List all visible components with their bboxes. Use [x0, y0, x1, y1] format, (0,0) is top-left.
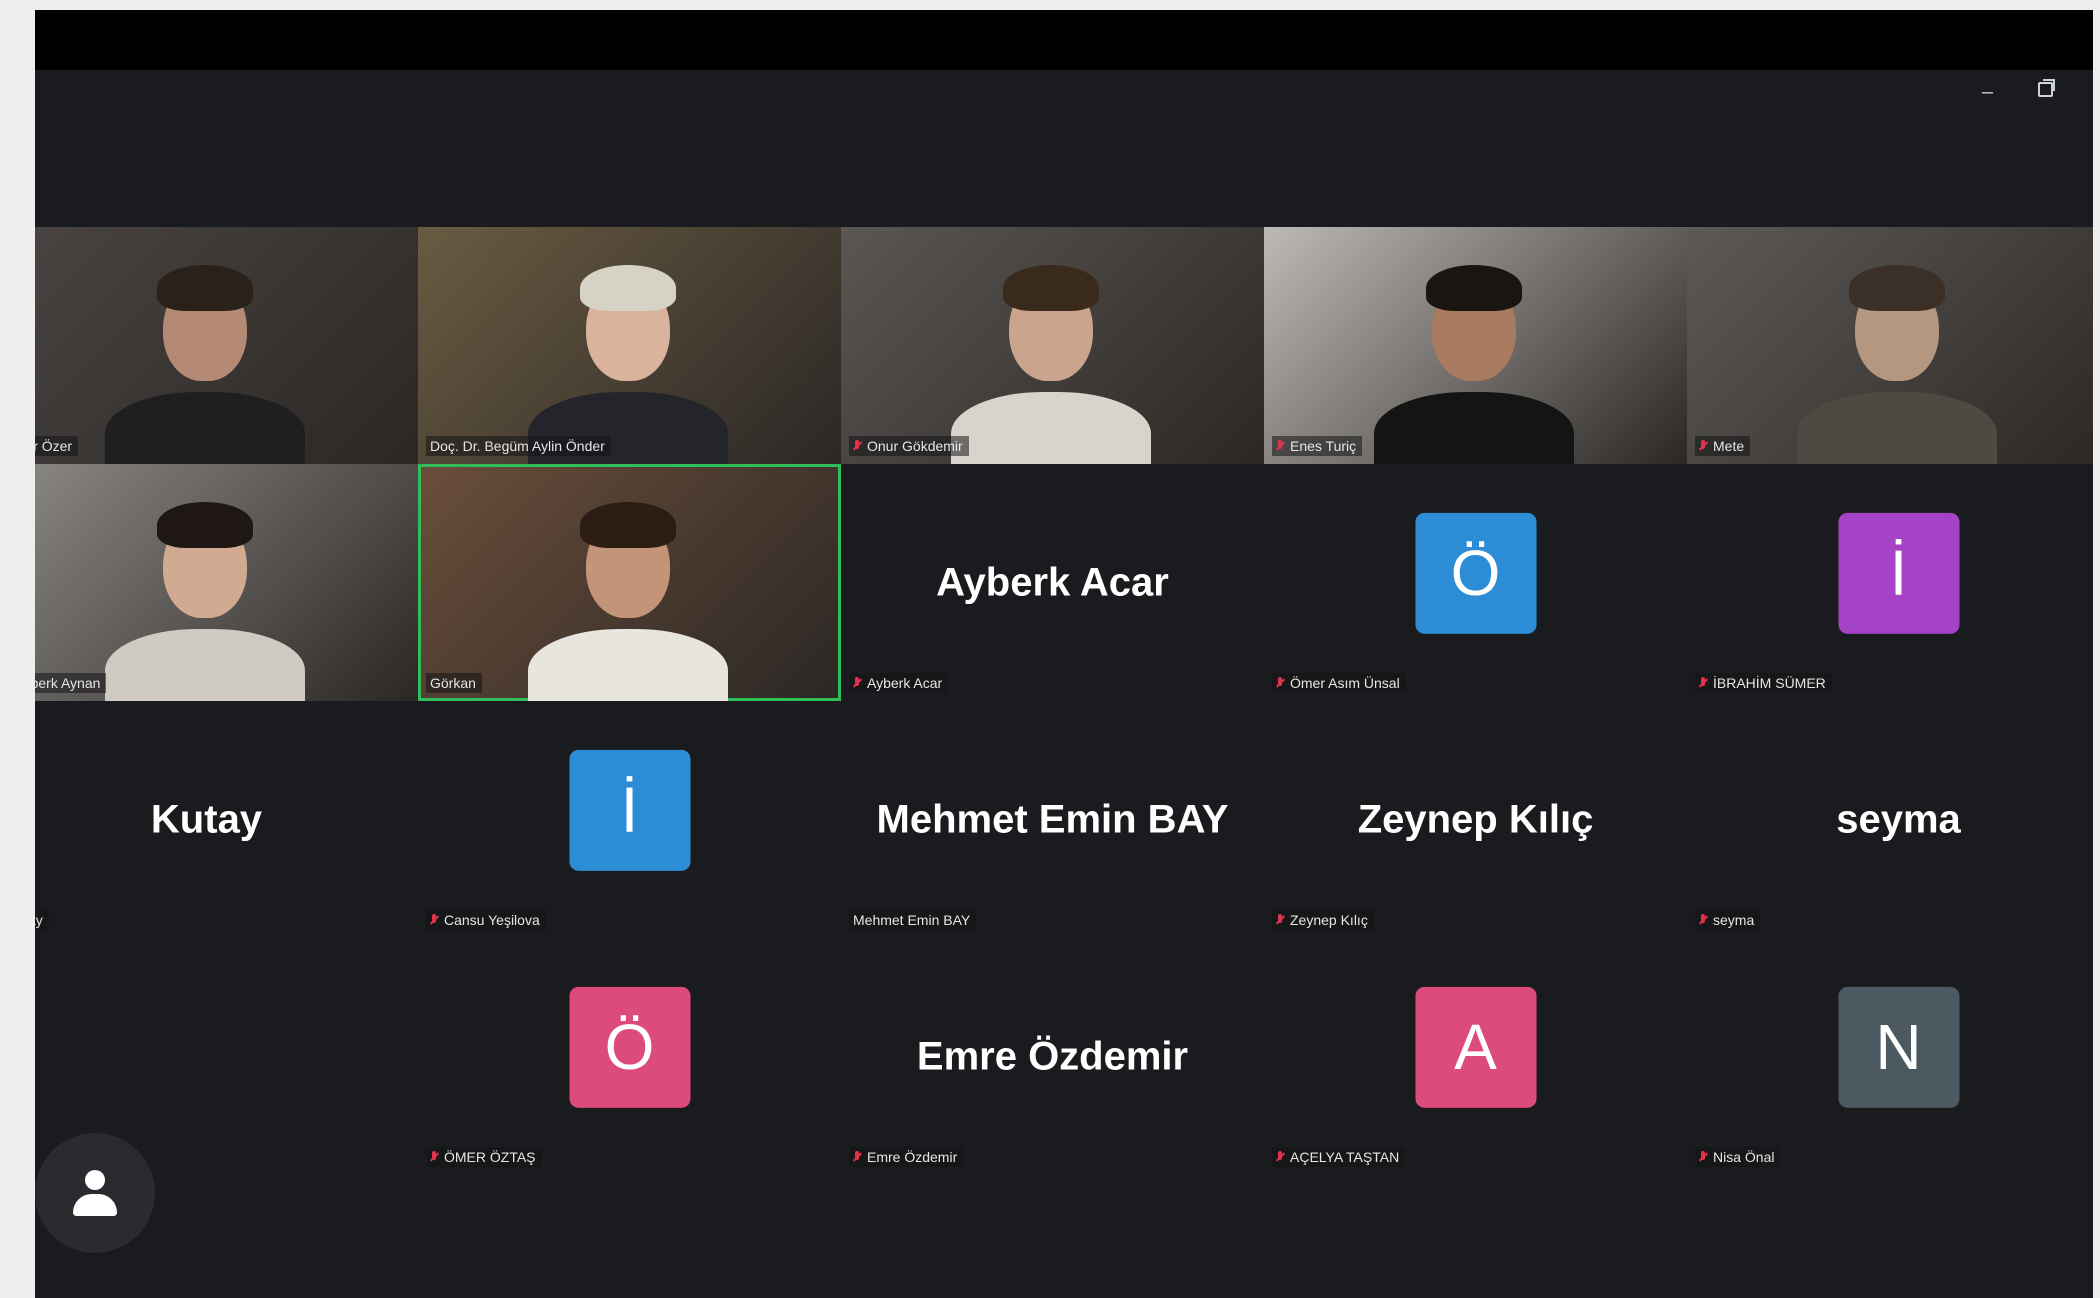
mic-off-icon [853, 676, 861, 690]
participant-tile[interactable]: İ Cansu Yeşilova [418, 701, 841, 938]
participant-tile[interactable]: Ö Ömer Asım Ünsal [1264, 464, 1687, 701]
participant-name-text: seyma [1713, 912, 1755, 928]
participant-tile[interactable]: Zeynep Kılıç Zeynep Kılıç [1264, 701, 1687, 938]
participant-tile[interactable]: A AÇELYA TAŞTAN [1264, 938, 1687, 1175]
participant-name-text: Mete [1713, 438, 1745, 454]
participant-display-name: Ayberk Acar [936, 560, 1169, 604]
participant-avatar: A [1415, 986, 1536, 1108]
minimize-icon[interactable]: – [1982, 82, 1993, 102]
participant-tile[interactable]: Ö ÖMER ÖZTAŞ [418, 938, 841, 1175]
participant-tile[interactable]: Emre Özdemir Emre Özdemir [841, 938, 1264, 1175]
participant-grid: Yasir Özer Doç. Dr. Begüm Aylin Önder Onur… [35, 227, 2093, 1175]
mic-off-icon [853, 439, 861, 453]
participant-name-label: Emre Özdemir [849, 1147, 964, 1167]
video-feed [35, 227, 418, 464]
mic-off-icon [1699, 439, 1707, 453]
participant-name-label: Yasir Özer [35, 436, 79, 456]
participant-avatar: İ [569, 749, 690, 871]
video-feed [1264, 227, 1687, 464]
title-bar [35, 10, 2093, 70]
participant-name-label: Tuğberk Aynan [35, 673, 107, 693]
video-feed [35, 464, 418, 701]
participant-name-text: Emre Özdemir [867, 1149, 958, 1165]
participant-tile[interactable]: Görkan [418, 464, 841, 701]
mic-off-icon [853, 1150, 861, 1164]
mic-off-icon [1699, 676, 1707, 690]
participant-name-text: Nisa Önal [1713, 1149, 1775, 1165]
participant-display-name: seyma [1836, 797, 1961, 841]
profile-button[interactable] [35, 1133, 155, 1253]
participant-avatar: N [1838, 986, 1959, 1108]
mic-off-icon [1276, 1150, 1284, 1164]
participant-tile[interactable]: seyma seyma [1687, 701, 2093, 938]
participant-name-text: ÖMER ÖZTAŞ [444, 1149, 536, 1165]
participant-name-label: seyma [1695, 910, 1761, 930]
participant-name-text: AÇELYA TAŞTAN [1290, 1149, 1400, 1165]
participant-name-label: Cansu Yeşilova [426, 910, 546, 930]
participant-name-label: ÖMER ÖZTAŞ [426, 1147, 542, 1167]
participant-name-text: Ayberk Acar [867, 675, 943, 691]
participant-name-text: Tuğberk Aynan [35, 675, 101, 691]
participant-tile[interactable]: Doç. Dr. Begüm Aylin Önder [418, 227, 841, 464]
participant-name-text: Cansu Yeşilova [444, 912, 540, 928]
participant-tile[interactable]: Yasir Özer [35, 227, 418, 464]
participant-name-text: Onur Gökdemir [867, 438, 963, 454]
participant-tile[interactable]: Ayberk Acar Ayberk Acar [841, 464, 1264, 701]
video-feed [418, 227, 841, 464]
participant-tile[interactable]: Mehmet Emin BAY Mehmet Emin BAY [841, 701, 1264, 938]
participant-name-label: Görkan [426, 673, 482, 693]
participant-avatar: Ö [1415, 512, 1536, 634]
video-feed [1687, 227, 2093, 464]
participant-name-label: Kutay [35, 910, 49, 930]
participant-tile[interactable]: Enes Turiç [1264, 227, 1687, 464]
participant-tile[interactable]: N Nisa Önal [1687, 938, 2093, 1175]
participant-name-label: İBRAHİM SÜMER [1695, 673, 1832, 693]
participant-name-label: Zeynep Kılıç [1272, 910, 1374, 930]
participant-display-name: Mehmet Emin BAY [876, 797, 1229, 841]
participant-avatar: Ö [569, 986, 690, 1108]
restore-icon[interactable] [2038, 79, 2055, 97]
participant-display-name: Kutay [150, 797, 263, 841]
video-feed [418, 464, 841, 701]
participant-name-text: Ömer Asım Ünsal [1290, 675, 1400, 691]
participant-tile[interactable]: Mete [1687, 227, 2093, 464]
participant-name-text: Doç. Dr. Begüm Aylin Önder [430, 438, 605, 454]
participant-name-label: Onur Gökdemir [849, 436, 969, 456]
mic-off-icon [430, 1150, 438, 1164]
participant-name-label: Ömer Asım Ünsal [1272, 673, 1406, 693]
participant-name-text: Mehmet Emin BAY [853, 912, 971, 928]
participant-tile[interactable]: İ İBRAHİM SÜMER [1687, 464, 2093, 701]
participant-name-label: AÇELYA TAŞTAN [1272, 1147, 1406, 1167]
mic-off-icon [430, 913, 438, 927]
participant-name-text: Zeynep Kılıç [1290, 912, 1368, 928]
video-feed [841, 227, 1264, 464]
participant-name-text: Yasir Özer [35, 438, 73, 454]
participant-name-label: Mete [1695, 436, 1751, 456]
person-icon [73, 1170, 117, 1216]
participant-tile[interactable]: Kutay Kutay [35, 701, 418, 938]
mic-off-icon [1699, 1150, 1707, 1164]
participant-display-name: Zeynep Kılıç [1357, 797, 1594, 841]
participant-name-label: Enes Turiç [1272, 436, 1363, 456]
participant-tile[interactable]: Onur Gökdemir [841, 227, 1264, 464]
participant-avatar: İ [1838, 512, 1959, 634]
mic-off-icon [1276, 676, 1284, 690]
participant-name-label: Mehmet Emin BAY [849, 910, 977, 930]
participant-name-label: Ayberk Acar [849, 673, 949, 693]
participant-name-label: Nisa Önal [1695, 1147, 1781, 1167]
participant-tile[interactable]: Tuğberk Aynan [35, 464, 418, 701]
mic-off-icon [1276, 913, 1284, 927]
participant-name-text: Görkan [430, 675, 476, 691]
mic-off-icon [1699, 913, 1707, 927]
meeting-window: – Yasir Özer Doç. Dr. Begüm Aylin Önder On… [35, 10, 2093, 1298]
participant-name-label: Doç. Dr. Begüm Aylin Önder [426, 436, 611, 456]
participant-name-text: Enes Turiç [1290, 438, 1357, 454]
participant-name-text: İBRAHİM SÜMER [1713, 675, 1826, 691]
participant-name-text: Kutay [35, 912, 43, 928]
mic-off-icon [1276, 439, 1284, 453]
participant-display-name: Emre Özdemir [916, 1034, 1189, 1078]
